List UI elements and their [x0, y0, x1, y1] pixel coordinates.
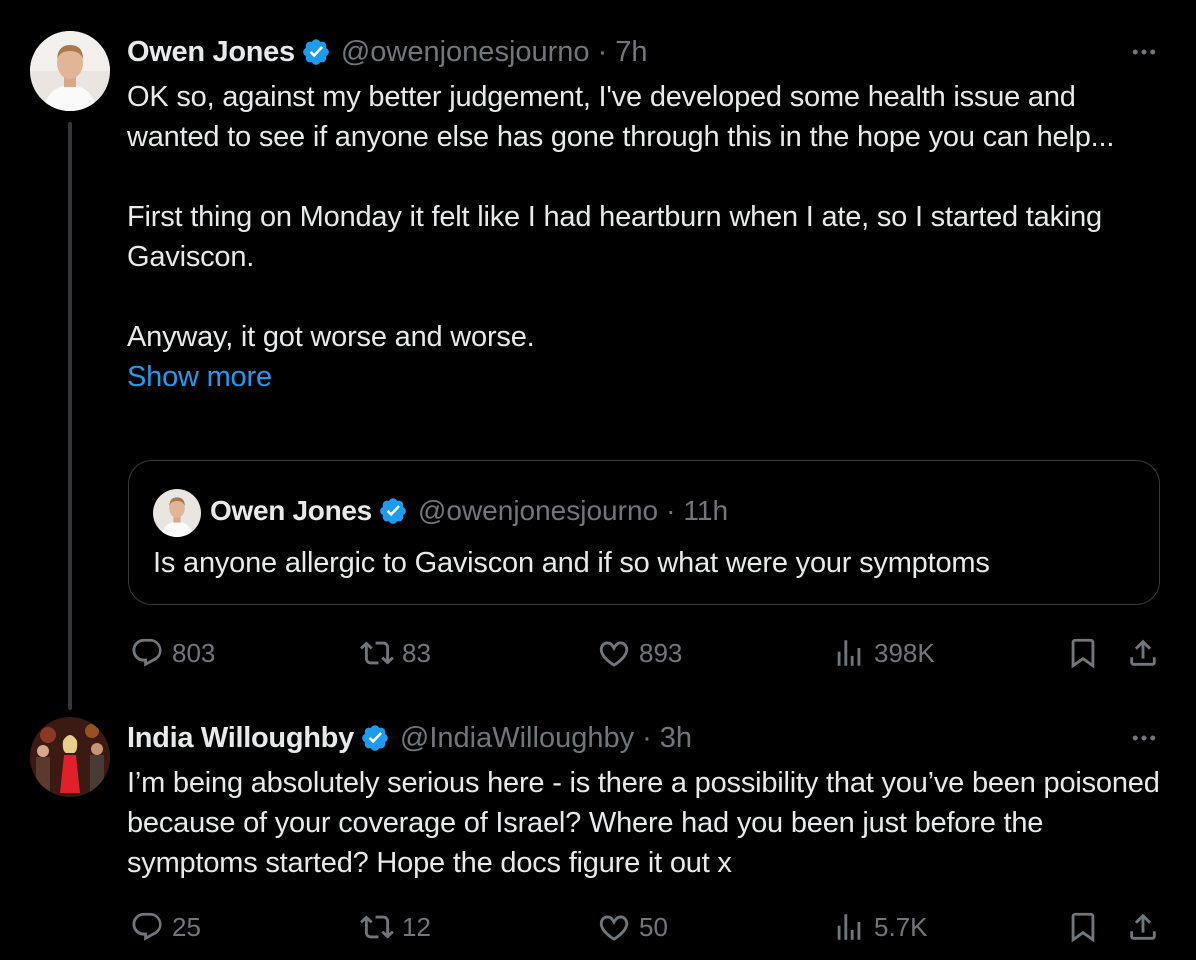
views-button[interactable]: 398K [832, 628, 935, 678]
author-handle[interactable]: @IndiaWilloughby [400, 722, 634, 755]
quote-timestamp: 11h [683, 495, 729, 526]
more-options-button[interactable] [1126, 720, 1162, 756]
quote-header: Owen Jones @owenjonesjourno · 11h [210, 491, 728, 531]
tweet-paragraph: I’m being absolutely serious here - is t… [127, 767, 1160, 879]
share-icon [1130, 639, 1156, 666]
like-button[interactable]: 50 [597, 902, 668, 952]
author-name[interactable]: Owen Jones [127, 36, 295, 69]
view-count: 398K [874, 637, 935, 668]
reply-icon [132, 912, 162, 941]
tweet-paragraph: Anyway, it got worse and worse. [127, 321, 535, 353]
view-count: 5.7K [874, 911, 928, 942]
author-name[interactable]: India Willoughby [127, 722, 354, 755]
tweet-timestamp[interactable]: 7h [615, 36, 647, 69]
quote-author-handle: @owenjonesjourno [417, 495, 659, 526]
repost-count: 83 [402, 637, 431, 668]
more-horizontal-icon [1132, 49, 1156, 55]
thread-line [68, 122, 72, 710]
separator-dot: · [597, 35, 608, 68]
tweet-actions: 803 83 893 398K [0, 628, 1196, 678]
avatar-india-willoughby[interactable] [30, 717, 110, 797]
heart-icon [599, 641, 629, 667]
quote-author-name: Owen Jones [210, 495, 372, 526]
avatar-owen-jones[interactable] [30, 31, 110, 111]
tweet-text: I’m being absolutely serious here - is t… [127, 763, 1167, 883]
reply-count: 803 [172, 637, 216, 668]
share-button[interactable] [1126, 902, 1160, 952]
analytics-icon [837, 914, 861, 940]
repost-button[interactable]: 12 [360, 902, 431, 952]
show-more-link[interactable]: Show more [127, 361, 272, 393]
views-button[interactable]: 5.7K [832, 902, 928, 952]
more-options-button[interactable] [1126, 34, 1162, 70]
separator-dot: · [666, 495, 676, 526]
repost-icon [360, 641, 394, 665]
tweet-actions: 25 12 50 5.7K [0, 902, 1196, 952]
verified-badge-icon[interactable] [301, 37, 331, 67]
analytics-icon [837, 640, 861, 666]
share-icon [1130, 913, 1156, 940]
reply-button[interactable]: 25 [130, 902, 201, 952]
tweet-owen-jones[interactable]: Owen Jones @owenjonesjourno · 7h OK so, … [0, 0, 1196, 710]
quote-text: Is anyone allergic to Gaviscon and if so… [153, 547, 990, 579]
tweet-paragraph: OK so, against my better judgement, I've… [127, 81, 1115, 153]
tweet-header: Owen Jones @owenjonesjourno · 7h [127, 30, 648, 74]
verified-badge-icon [380, 498, 406, 524]
verified-badge-icon[interactable] [360, 723, 390, 753]
tweet-paragraph: First thing on Monday it felt like I had… [127, 201, 1102, 273]
tweet-timestamp[interactable]: 3h [660, 722, 692, 755]
like-button[interactable]: 893 [597, 628, 682, 678]
bookmark-button[interactable] [1066, 902, 1100, 952]
reply-button[interactable]: 803 [130, 628, 215, 678]
tweet-india-willoughby[interactable]: India Willoughby @IndiaWilloughby · 3h I… [0, 700, 1196, 960]
like-count: 893 [639, 637, 683, 668]
repost-count: 12 [402, 911, 431, 942]
reply-count: 25 [172, 911, 201, 942]
heart-icon [599, 915, 629, 941]
bookmark-icon [1071, 638, 1095, 669]
bookmark-icon [1071, 912, 1095, 943]
author-handle[interactable]: @owenjonesjourno [341, 36, 590, 69]
repost-icon [360, 915, 394, 939]
quote-avatar [153, 489, 201, 537]
quoted-tweet[interactable]: Owen Jones @owenjonesjourno · 11h Is any… [128, 460, 1160, 605]
reply-icon [132, 638, 162, 667]
repost-button[interactable]: 83 [360, 628, 431, 678]
tweet-text: OK so, against my better judgement, I've… [127, 77, 1167, 397]
more-horizontal-icon [1132, 735, 1156, 741]
like-count: 50 [639, 911, 668, 942]
separator-dot: · [642, 721, 652, 754]
tweet-header: India Willoughby @IndiaWilloughby · 3h [127, 716, 692, 760]
bookmark-button[interactable] [1066, 628, 1100, 678]
share-button[interactable] [1126, 628, 1160, 678]
